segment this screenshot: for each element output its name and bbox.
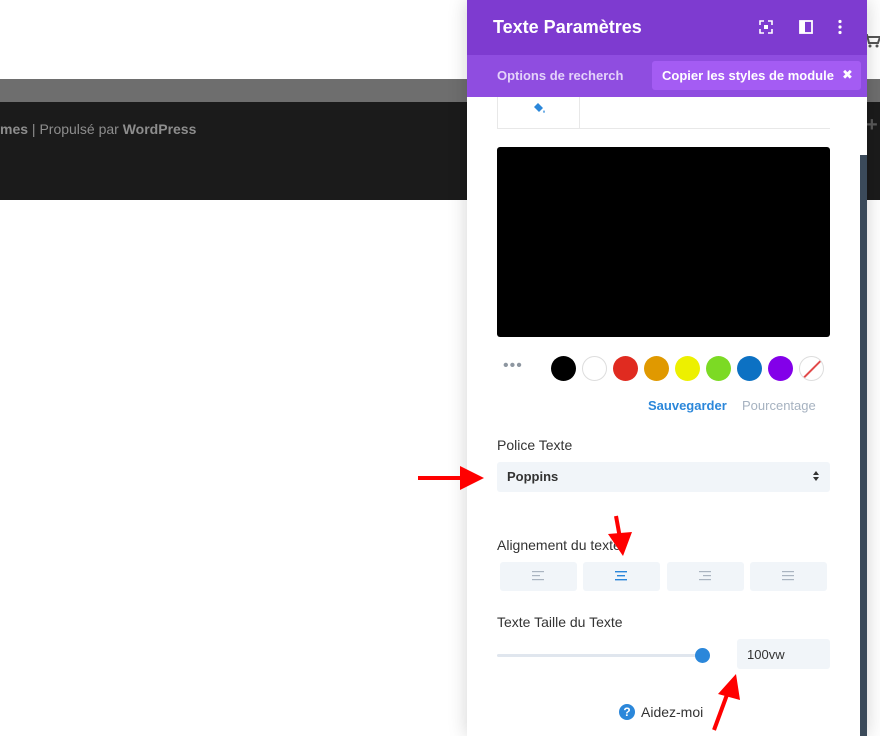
fullscreen-icon[interactable] bbox=[757, 18, 775, 36]
add-section-plus-icon[interactable]: + bbox=[866, 115, 880, 135]
align-justify-button[interactable] bbox=[750, 562, 827, 591]
color-type-tabs bbox=[497, 97, 830, 129]
text-size-slider-track[interactable] bbox=[497, 654, 703, 657]
color-swatch-yellow[interactable] bbox=[675, 356, 700, 381]
module-settings-panel: Texte Paramètres Options de recherche Co… bbox=[467, 0, 867, 736]
select-arrows-icon bbox=[813, 471, 819, 481]
footer-credit: mes | Propulsé par WordPress bbox=[0, 121, 196, 137]
color-swatch-blue[interactable] bbox=[737, 356, 762, 381]
color-swatch-purple[interactable] bbox=[768, 356, 793, 381]
footer-separator: | Propulsé par bbox=[28, 121, 123, 137]
panel-header: Texte Paramètres bbox=[467, 0, 867, 55]
tab-solid-color[interactable] bbox=[497, 97, 580, 128]
color-swatch-orange[interactable] bbox=[644, 356, 669, 381]
font-select[interactable]: Poppins bbox=[497, 462, 830, 492]
color-swatch-none[interactable] bbox=[799, 356, 824, 381]
split-view-icon[interactable] bbox=[797, 18, 815, 36]
help-label: Aidez-moi bbox=[641, 704, 704, 720]
color-swatches: ••• bbox=[467, 353, 867, 383]
align-right-button[interactable] bbox=[667, 562, 744, 591]
text-size-label: Texte Taille du Texte bbox=[497, 614, 623, 630]
save-color-link[interactable]: Sauvegarder bbox=[648, 398, 727, 413]
align-right-icon bbox=[699, 571, 711, 581]
more-options-icon[interactable] bbox=[831, 18, 849, 36]
text-size-value: 100vw bbox=[747, 647, 785, 662]
panel-tabs-bar: Options de recherche Copier les styles d… bbox=[467, 55, 867, 97]
font-select-value: Poppins bbox=[507, 469, 559, 484]
color-swatch-white[interactable] bbox=[582, 356, 607, 381]
align-justify-icon bbox=[782, 571, 794, 581]
align-center-button[interactable] bbox=[583, 562, 660, 591]
copy-module-styles-label: Copier les styles de module bbox=[662, 68, 834, 83]
align-center-icon bbox=[615, 571, 627, 581]
more-colors-icon[interactable]: ••• bbox=[503, 357, 523, 375]
align-left-icon bbox=[532, 571, 544, 581]
text-size-slider-handle[interactable] bbox=[695, 648, 710, 663]
percent-link[interactable]: Pourcentage bbox=[742, 398, 816, 413]
footer-prefix: mes bbox=[0, 121, 29, 137]
color-swatch-black[interactable] bbox=[551, 356, 576, 381]
close-icon[interactable]: ✖ bbox=[842, 67, 853, 83]
font-label: Police Texte bbox=[497, 437, 573, 453]
help-icon: ? bbox=[619, 704, 635, 720]
footer-brand-link[interactable]: WordPress bbox=[123, 121, 197, 137]
align-left-button[interactable] bbox=[500, 562, 577, 591]
copy-module-styles-button[interactable]: Copier les styles de module ✖ bbox=[652, 61, 861, 90]
alignment-label: Alignement du texte bbox=[497, 537, 621, 553]
panel-scrollbar[interactable] bbox=[860, 155, 867, 736]
color-swatch-red[interactable] bbox=[613, 356, 638, 381]
color-preview[interactable] bbox=[497, 147, 830, 337]
paint-bucket-icon bbox=[534, 103, 545, 113]
text-size-input[interactable]: 100vw bbox=[737, 639, 830, 669]
color-swatch-green[interactable] bbox=[706, 356, 731, 381]
panel-title: Texte Paramètres bbox=[493, 17, 642, 37]
search-options-tab[interactable]: Options de recherche bbox=[497, 68, 623, 83]
